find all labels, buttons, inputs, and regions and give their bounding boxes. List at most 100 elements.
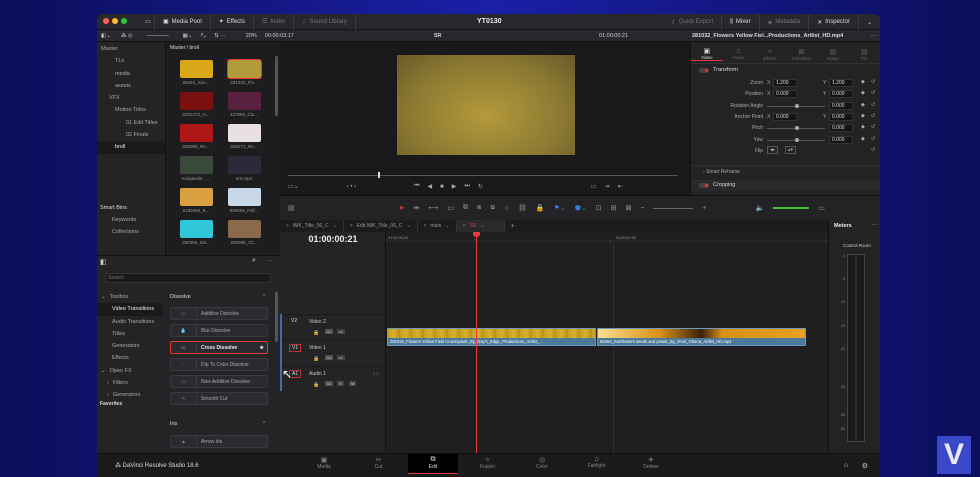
clip-thumbnail[interactable]	[228, 188, 261, 206]
reset-icon[interactable]: ↺	[871, 102, 875, 108]
zoom-out-icon[interactable]: −	[640, 205, 644, 212]
toolbox-item-generators[interactable]: Generators	[97, 340, 163, 352]
slider-handle[interactable]	[795, 103, 799, 108]
reset-icon[interactable]: ↺	[871, 79, 875, 85]
bin-finals[interactable]: 02 Finals	[97, 129, 165, 141]
meters-more-icon[interactable]: ···	[872, 222, 877, 228]
viewer-mode-icon[interactable]: ▭⌄	[288, 183, 299, 190]
track-mute-icon[interactable]: ▭	[337, 355, 345, 360]
clip-thumbnail[interactable]	[228, 124, 261, 142]
trim-tool-icon[interactable]: ⇹	[414, 204, 420, 212]
keyframe-icon[interactable]: ◆	[861, 79, 865, 85]
close-tab-icon[interactable]: ×	[286, 223, 289, 229]
snapping-icon[interactable]: ∩	[504, 205, 509, 212]
bin-edit-titles[interactable]: 01 Edit Titles	[97, 117, 165, 129]
reset-icon[interactable]: ↺	[871, 113, 875, 119]
metadata-button[interactable]: ◈ Metadata	[760, 14, 810, 30]
value-field[interactable]: 0.000	[829, 135, 853, 144]
effects-search-input[interactable]	[105, 273, 271, 283]
effects-button[interactable]: ✦ Effects	[211, 14, 254, 30]
toolbox-item-effects[interactable]: Effects	[97, 352, 163, 364]
track-toggle-icon[interactable]: ▭	[325, 355, 333, 360]
dynamic-trim-icon[interactable]: ⟷	[428, 204, 438, 212]
timeline-area[interactable]: 01:00:00:00 01:00:02:00 281032_Flowers Y…	[386, 232, 828, 467]
effect-non-additive-dissolve[interactable]: ▭ Non-Additive Dissolve	[170, 375, 268, 388]
effect-cross-dissolve[interactable]: ▭ Cross Dissolve ★	[170, 341, 268, 354]
flip-vertical-icon[interactable]: ▴▾	[785, 145, 797, 154]
bin-vfx[interactable]: VFX	[97, 92, 165, 104]
mark-in-icon[interactable]: ⇥	[605, 183, 610, 190]
bin-tls[interactable]: TLs	[97, 55, 165, 67]
toolbox-item-filters[interactable]: › Filters	[97, 377, 163, 389]
selection-tool-icon[interactable]: ➤	[399, 204, 405, 212]
track-mute-icon[interactable]: S	[337, 381, 344, 386]
bin-master[interactable]: Master	[97, 43, 165, 55]
clip-thumbnail[interactable]	[180, 92, 213, 110]
page-tab-fusion[interactable]: ✧ Fusion	[463, 456, 513, 470]
volume-slider[interactable]	[773, 207, 810, 209]
clip-thumbnail[interactable]	[228, 92, 261, 110]
playhead-handle[interactable]	[473, 232, 480, 237]
smart-reframe-section[interactable]: › Smart Reframe	[691, 165, 880, 176]
zoom-select[interactable]: 20%	[246, 33, 257, 39]
zoom-full-icon[interactable]: ⊡	[596, 204, 602, 212]
chevron-down-icon[interactable]: ⌄	[406, 223, 410, 229]
grid-view-icon[interactable]: ▦⌄	[183, 33, 193, 39]
playhead[interactable]	[476, 232, 477, 467]
clip-thumbnail[interactable]	[228, 156, 261, 174]
inspector-tab-file[interactable]: ▤ File	[849, 45, 881, 61]
collapse-dissolve-icon[interactable]: ⌃	[262, 294, 266, 300]
volume-icon[interactable]: 🔈	[756, 204, 765, 212]
effect-blur-dissolve[interactable]: 💧 Blur Dissolve	[170, 324, 268, 337]
toolbox-item-audio-transitions[interactable]: Audio Transitions	[97, 316, 163, 328]
linked-selection-icon[interactable]: ⛓	[518, 204, 527, 212]
reset-icon[interactable]: ↺	[871, 90, 875, 96]
media-pool-button[interactable]: ▣ Media Pool	[155, 14, 211, 30]
toolbox-item-generators[interactable]: › Generators	[97, 389, 163, 401]
cropping-header[interactable]: Cropping	[691, 180, 880, 191]
toolbox-item-open-fx[interactable]: ⌄ Open FX	[97, 365, 163, 377]
inspector-tab-effects[interactable]: ✧ Effects	[754, 45, 786, 61]
page-tab-cut[interactable]: ✂ Cut	[354, 456, 404, 470]
clip-thumbnail[interactable]	[180, 124, 213, 142]
close-tab-icon[interactable]: ×	[350, 223, 353, 229]
smart-bin-keywords[interactable]: Keywords	[112, 214, 136, 226]
track-id-button[interactable]: V2	[289, 318, 299, 324]
settings-gear-icon[interactable]: ⚙	[862, 462, 868, 470]
zoom-in-icon[interactable]: +	[702, 205, 706, 212]
clip-thumbnail[interactable]	[180, 220, 213, 238]
inspector-tab-audio[interactable]: ♫ Audio	[723, 45, 755, 60]
blade-tool-icon[interactable]: ▭	[447, 204, 454, 212]
timeline-tab[interactable]: × IMK_Title_06_C ⌄	[280, 220, 344, 232]
track-id-button[interactable]: V1	[289, 344, 302, 352]
media-pool-scrollbar[interactable]	[275, 56, 278, 116]
scrubber-handle[interactable]	[378, 172, 380, 178]
timeline-tab[interactable]: × SR ⌄	[456, 220, 505, 232]
keyframe-icon[interactable]: ◆	[861, 102, 865, 108]
collapse-icon[interactable]: ⌄	[859, 14, 880, 30]
close-tab-icon[interactable]: ×	[463, 223, 466, 229]
workspace-icon[interactable]: ▭	[137, 14, 155, 30]
flag-icon[interactable]: ⚑⌄	[554, 204, 566, 212]
track-mute-icon[interactable]: ▭	[337, 329, 345, 334]
keyframe-icon[interactable]: ◆	[861, 113, 865, 119]
track-lock-icon[interactable]: 🔒	[313, 356, 319, 362]
value-field[interactable]: 0.000	[829, 101, 853, 110]
inspector-tab-transition[interactable]: ⊠ Transition	[786, 45, 818, 61]
mark-out-icon[interactable]: ⇤	[618, 183, 623, 190]
marker-icon[interactable]: ⬟⌄	[575, 204, 587, 212]
position-lock-icon[interactable]: 🔒	[536, 204, 545, 212]
clip-thumbnail[interactable]	[228, 220, 261, 238]
viewer-scrubber[interactable]	[288, 175, 678, 176]
toolbox-item-titles[interactable]: Titles	[97, 328, 163, 340]
bin-assets[interactable]: assets	[97, 80, 165, 92]
keyframe-icon[interactable]: ◆	[861, 90, 865, 96]
inspector-tab-video[interactable]: ▣ Video	[691, 44, 723, 61]
collapse-iris-icon[interactable]: ⌃	[262, 421, 266, 427]
slider-handle[interactable]	[795, 137, 799, 142]
zoom-custom-icon[interactable]: ⊠	[625, 204, 631, 212]
add-timeline-tab-icon[interactable]: +	[505, 223, 521, 230]
list-view-icon[interactable]: ⁂ ◎	[121, 33, 133, 39]
insert-clip-icon[interactable]: ⧉	[463, 204, 468, 212]
flip-horizontal-icon[interactable]: ◂▸	[767, 145, 779, 154]
